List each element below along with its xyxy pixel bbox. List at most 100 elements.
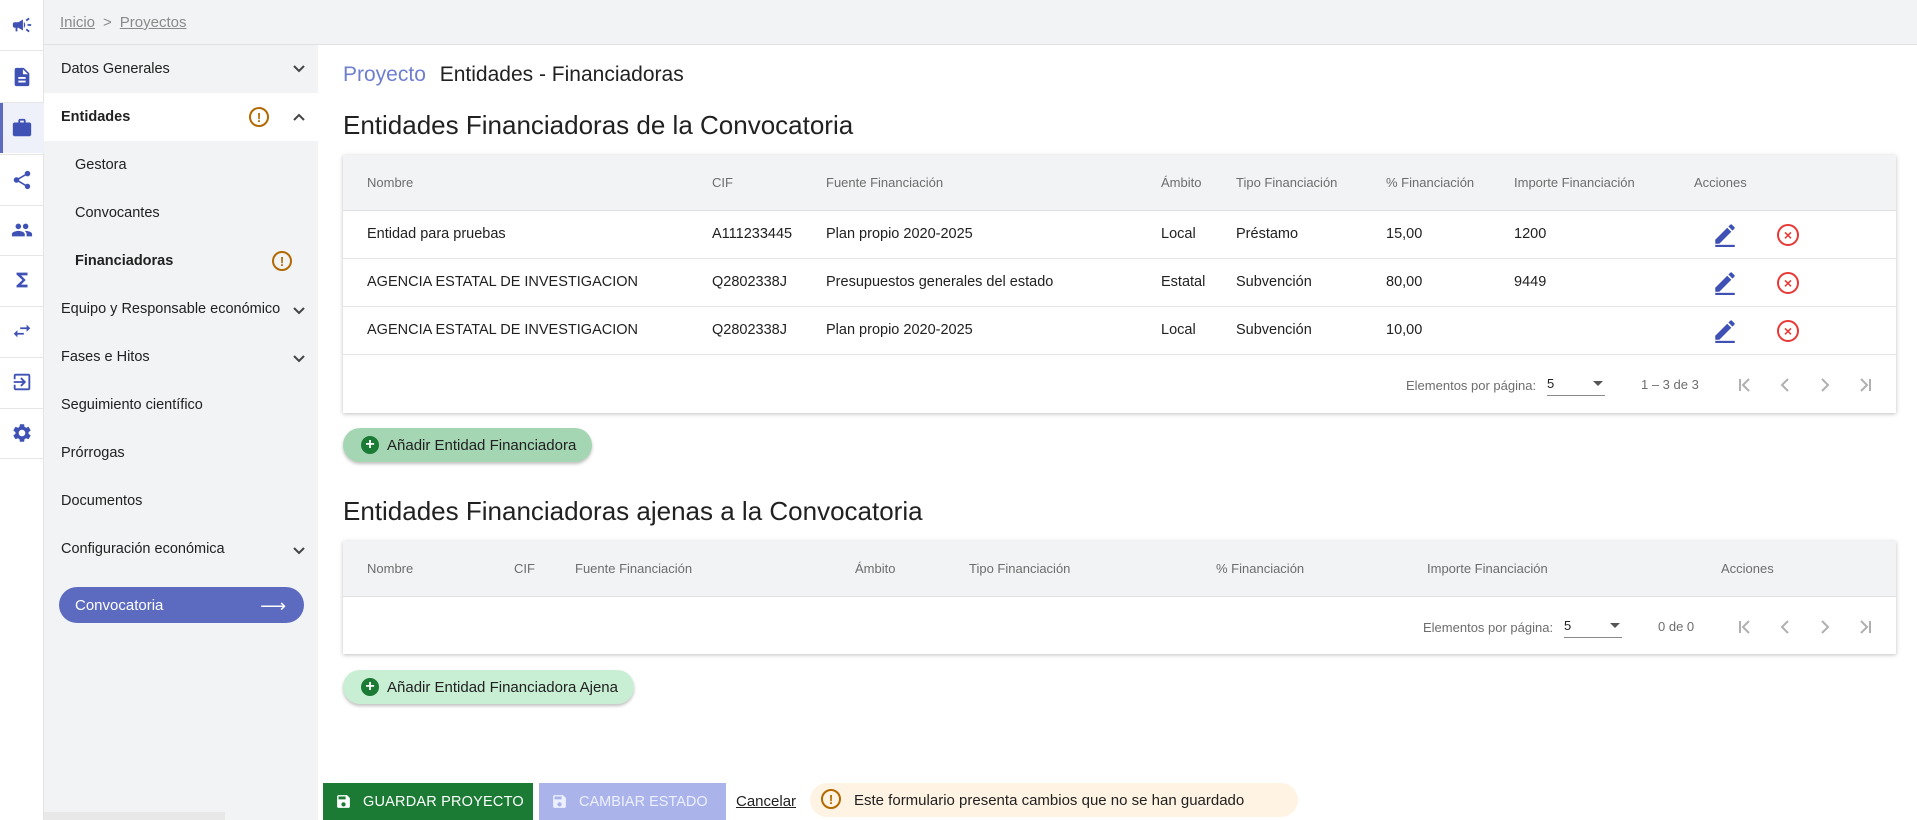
people-icon[interactable] <box>0 205 44 255</box>
previous-page-icon[interactable] <box>1773 373 1797 397</box>
breadcrumb: Inicio > Proyectos <box>60 14 187 31</box>
caret-down-icon <box>1610 623 1620 628</box>
sidebar-item-financiadoras[interactable]: Financiadoras ! <box>44 237 318 285</box>
column-header[interactable]: Ámbito <box>855 561 895 576</box>
plus-circle-icon: + <box>361 678 379 696</box>
cell-nombre: Entidad para pruebas <box>367 226 506 242</box>
sidebar-item-documentos[interactable]: Documentos <box>44 477 318 525</box>
delete-icon[interactable]: × <box>1777 224 1799 246</box>
page-title-crumb[interactable]: Proyecto <box>343 63 426 86</box>
warning-icon: ! <box>272 251 292 271</box>
page-title-text: Entidades - Financiadoras <box>439 63 684 86</box>
megaphone-icon[interactable] <box>0 0 44 50</box>
sigma-icon[interactable] <box>0 255 44 305</box>
unsaved-changes-notice: ! Este formulario presenta cambios que n… <box>810 783 1298 817</box>
chevron-down-icon <box>292 304 305 316</box>
sidebar-item-label: Prórrogas <box>61 445 125 461</box>
logout-icon[interactable] <box>0 357 44 407</box>
page-size-select[interactable]: 5 <box>1564 616 1622 638</box>
last-page-icon[interactable] <box>1853 615 1877 639</box>
next-page-icon[interactable] <box>1813 615 1837 639</box>
cell-fuente: Plan propio 2020-2025 <box>826 226 973 242</box>
sidebar-item-prorrogas[interactable]: Prórrogas <box>44 429 318 477</box>
share-icon[interactable] <box>0 155 44 205</box>
sidebar-item-fases-hitos[interactable]: Fases e Hitos <box>44 333 318 381</box>
column-header[interactable]: CIF <box>712 175 733 190</box>
sidebar: Datos Generales Entidades ! Gestora Conv… <box>44 45 318 820</box>
briefcase-icon[interactable] <box>0 103 44 153</box>
sidebar-item-equipo[interactable]: Equipo y Responsable económico <box>44 285 318 333</box>
table-row: AGENCIA ESTATAL DE INVESTIGACION Q280233… <box>343 259 1896 307</box>
convocatoria-button[interactable]: Convocatoria ⟶ <box>59 587 304 623</box>
table-header: Nombre CIF Fuente Financiación Ámbito Ti… <box>343 155 1896 211</box>
sidebar-item-convocantes[interactable]: Convocantes <box>44 189 318 237</box>
table-row: Entidad para pruebas A111233445 Plan pro… <box>343 211 1896 259</box>
cancel-link[interactable]: Cancelar <box>736 793 796 810</box>
breadcrumb-projects-link[interactable]: Proyectos <box>120 14 187 31</box>
column-header[interactable]: Ámbito <box>1161 175 1201 190</box>
add-financiadora-ajena-label: Añadir Entidad Financiadora Ajena <box>387 678 618 696</box>
top-bar: Inicio > Proyectos <box>44 0 1917 45</box>
page-title: Proyecto Entidades - Financiadoras <box>343 63 684 87</box>
cell-tipo: Subvención <box>1236 274 1312 290</box>
save-project-button[interactable]: GUARDAR PROYECTO <box>323 783 533 820</box>
table-row: AGENCIA ESTATAL DE INVESTIGACION Q280233… <box>343 307 1896 355</box>
sidebar-item-label: Gestora <box>75 157 127 173</box>
gear-icon[interactable] <box>0 408 44 458</box>
add-financiadora-button[interactable]: + Añadir Entidad Financiadora <box>343 428 593 462</box>
edit-icon[interactable] <box>1712 221 1738 247</box>
paginator: Elementos por página: 5 0 de 0 <box>343 598 1896 654</box>
change-state-button[interactable]: CAMBIAR ESTADO <box>539 783 726 820</box>
previous-page-icon[interactable] <box>1773 615 1797 639</box>
next-page-icon[interactable] <box>1813 373 1837 397</box>
column-header[interactable]: % Financiación <box>1386 175 1474 190</box>
edit-icon[interactable] <box>1712 269 1738 295</box>
sidebar-item-configuracion[interactable]: Configuración económica <box>44 525 318 573</box>
breadcrumb-home-link[interactable]: Inicio <box>60 14 95 31</box>
sidebar-item-label: Equipo y Responsable económico <box>61 301 281 317</box>
column-header[interactable]: Tipo Financiación <box>1236 175 1337 190</box>
sidebar-item-label: Entidades <box>61 109 131 125</box>
page-size-select[interactable]: 5 <box>1547 374 1605 396</box>
save-icon <box>553 795 566 808</box>
column-header[interactable]: Fuente Financiación <box>826 175 943 190</box>
edit-icon[interactable] <box>1712 317 1738 343</box>
caret-down-icon <box>1593 381 1603 386</box>
first-page-icon[interactable] <box>1733 373 1757 397</box>
last-page-icon[interactable] <box>1853 373 1877 397</box>
column-header[interactable]: CIF <box>514 561 535 576</box>
section-title-convocatoria: Entidades Financiadoras de la Convocator… <box>343 110 854 140</box>
sidebar-item-label: Configuración económica <box>61 541 225 557</box>
paginator: Elementos por página: 5 1 – 3 de 3 <box>343 356 1896 412</box>
sidebar-item-datos-generales[interactable]: Datos Generales <box>44 45 318 93</box>
change-state-label: CAMBIAR ESTADO <box>579 793 708 810</box>
column-header[interactable]: Nombre <box>367 175 413 190</box>
first-page-icon[interactable] <box>1733 615 1757 639</box>
main-content: Proyecto Entidades - Financiadoras Entid… <box>318 45 1917 820</box>
cell-cif: A111233445 <box>712 226 793 242</box>
delete-icon[interactable]: × <box>1777 320 1799 342</box>
cell-nombre: AGENCIA ESTATAL DE INVESTIGACION <box>367 322 638 338</box>
cell-ambito: Local <box>1161 322 1196 338</box>
chevron-down-icon <box>292 352 305 364</box>
column-header[interactable]: Importe Financiación <box>1427 561 1548 576</box>
sidebar-item-entidades[interactable]: Entidades ! <box>44 93 318 141</box>
horizontal-scrollbar[interactable] <box>44 812 225 820</box>
column-header[interactable]: Nombre <box>367 561 413 576</box>
document-icon[interactable] <box>0 52 44 102</box>
cell-ambito: Local <box>1161 226 1196 242</box>
sidebar-item-gestora[interactable]: Gestora <box>44 141 318 189</box>
cell-fuente: Plan propio 2020-2025 <box>826 322 973 338</box>
column-header[interactable]: Fuente Financiación <box>575 561 692 576</box>
sidebar-item-label: Fases e Hitos <box>61 349 150 365</box>
transfer-icon[interactable] <box>0 306 44 356</box>
column-header[interactable]: Tipo Financiación <box>969 561 1070 576</box>
column-header[interactable]: % Financiación <box>1216 561 1304 576</box>
add-financiadora-ajena-button[interactable]: + Añadir Entidad Financiadora Ajena <box>343 670 634 704</box>
cell-nombre: AGENCIA ESTATAL DE INVESTIGACION <box>367 274 638 290</box>
unsaved-changes-text: Este formulario presenta cambios que no … <box>854 791 1245 809</box>
cell-ambito: Estatal <box>1161 274 1206 290</box>
sidebar-item-seguimiento[interactable]: Seguimiento científico <box>44 381 318 429</box>
delete-icon[interactable]: × <box>1777 272 1799 294</box>
column-header[interactable]: Importe Financiación <box>1514 175 1635 190</box>
